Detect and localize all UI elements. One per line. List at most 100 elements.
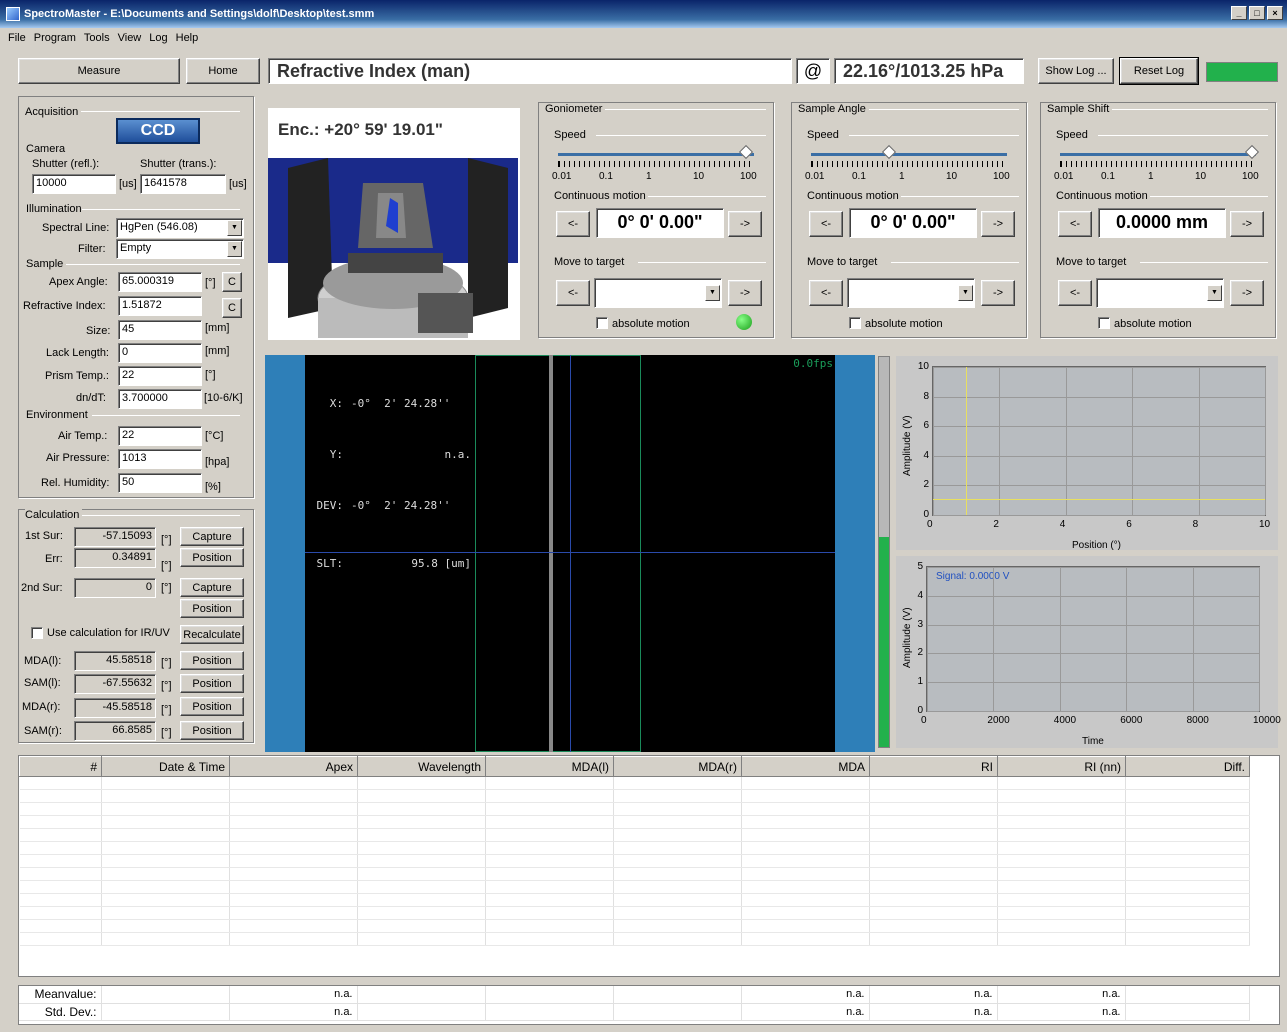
table-row[interactable] xyxy=(19,932,1250,946)
recalculate-button[interactable]: Recalculate xyxy=(180,625,244,644)
table-row[interactable] xyxy=(19,815,1250,829)
sample-shift-move-target-label: Move to target xyxy=(1056,256,1127,268)
err-unit: [°] xyxy=(161,560,172,572)
sam-l-value: -67.55632 xyxy=(74,674,156,694)
menu-log[interactable]: Log xyxy=(149,32,167,44)
shutter-refl-input[interactable]: 10000 xyxy=(32,174,116,194)
table-row[interactable] xyxy=(19,867,1250,881)
column-header[interactable]: Apex xyxy=(229,756,358,777)
sample-shift-target-select[interactable]: ▼ xyxy=(1096,278,1224,308)
home-button[interactable]: Home xyxy=(186,58,260,84)
goniometer-target-select[interactable]: ▼ xyxy=(594,278,722,308)
maximize-button[interactable]: □ xyxy=(1249,6,1265,20)
column-header[interactable]: Date & Time xyxy=(101,756,230,777)
sample-angle-target-select[interactable]: ▼ xyxy=(847,278,975,308)
goniometer-step-right-button[interactable]: -> xyxy=(728,211,762,237)
capture-button-2[interactable]: Capture xyxy=(180,578,244,597)
sample-angle-speed-slider[interactable] xyxy=(811,153,1007,156)
spectral-line-select[interactable]: HgPen (546.08) ▼ xyxy=(116,218,244,238)
position-button-saml[interactable]: Position xyxy=(180,674,244,693)
position-button-2[interactable]: Position xyxy=(180,599,244,618)
position-button-1[interactable]: Position xyxy=(180,548,244,567)
sample-shift-target-right-button[interactable]: -> xyxy=(1230,280,1264,306)
apex-calc-button[interactable]: C xyxy=(222,272,242,292)
column-header[interactable]: MDA(l) xyxy=(485,756,614,777)
column-header[interactable]: Wavelength xyxy=(357,756,486,777)
table-row[interactable] xyxy=(19,789,1250,803)
humidity-input[interactable]: 50 xyxy=(118,473,202,493)
table-row[interactable] xyxy=(19,919,1250,933)
sample-angle-target-left-button[interactable]: <- xyxy=(809,280,843,306)
table-row[interactable] xyxy=(19,802,1250,816)
goniometer-absolute-checkbox[interactable] xyxy=(596,317,608,329)
size-input[interactable]: 45 xyxy=(118,320,202,340)
goniometer-scale-label: 100 xyxy=(740,171,757,182)
menu-tools[interactable]: Tools xyxy=(84,32,110,44)
dndt-input[interactable]: 3.700000 xyxy=(118,389,202,409)
table-row[interactable] xyxy=(19,893,1250,907)
menu-program[interactable]: Program xyxy=(34,32,76,44)
goniometer-target-left-button[interactable]: <- xyxy=(556,280,590,306)
menu-file[interactable]: File xyxy=(8,32,26,44)
minimize-button[interactable]: _ xyxy=(1231,6,1247,20)
position-button-samr[interactable]: Position xyxy=(180,721,244,740)
table-row[interactable] xyxy=(19,880,1250,894)
y-tick-label: 4 xyxy=(923,449,929,461)
column-header[interactable]: RI (nn) xyxy=(997,756,1126,777)
sample-angle-absolute-checkbox[interactable] xyxy=(849,317,861,329)
menu-view[interactable]: View xyxy=(118,32,142,44)
position-button-mdal[interactable]: Position xyxy=(180,651,244,670)
reset-log-button[interactable]: Reset Log xyxy=(1119,57,1199,85)
app-icon xyxy=(6,7,20,21)
air-pressure-input[interactable]: 1013 xyxy=(118,449,202,469)
shutter-trans-input[interactable]: 1641578 xyxy=(140,174,226,194)
column-header[interactable]: MDA xyxy=(741,756,870,777)
apex-unit: [°] xyxy=(205,277,216,289)
capture-button-1[interactable]: Capture xyxy=(180,527,244,546)
column-header[interactable]: # xyxy=(19,756,102,777)
goniometer-step-left-button[interactable]: <- xyxy=(556,211,590,237)
mean-rinn: n.a. xyxy=(997,986,1126,1004)
use-calc-checkbox[interactable] xyxy=(31,627,43,639)
position-button-mdar[interactable]: Position xyxy=(180,697,244,716)
filter-select[interactable]: Empty ▼ xyxy=(116,239,244,259)
goniometer-position-display: 0° 0' 0.00" xyxy=(596,208,724,238)
column-header[interactable]: Diff. xyxy=(1125,756,1250,777)
column-header[interactable]: MDA(r) xyxy=(613,756,742,777)
table-row[interactable] xyxy=(19,906,1250,920)
statistics-table: Meanvalue: n.a. n.a. n.a. n.a. Std. Dev.: … xyxy=(18,985,1280,1025)
sample-shift-absolute-checkbox[interactable] xyxy=(1098,317,1110,329)
menu-help[interactable]: Help xyxy=(176,32,199,44)
air-pressure-unit: [hpa] xyxy=(205,456,230,468)
ri-calc-button[interactable]: C xyxy=(222,298,242,318)
sample-angle-target-right-button[interactable]: -> xyxy=(981,280,1015,306)
show-log-button[interactable]: Show Log ... xyxy=(1038,58,1114,84)
air-temp-input[interactable]: 22 xyxy=(118,426,202,446)
x-tick-label: 4 xyxy=(1059,519,1066,530)
x-tick-label: 6000 xyxy=(1120,715,1143,726)
sample-shift-speed-slider[interactable] xyxy=(1060,153,1256,156)
table-row[interactable] xyxy=(19,776,1250,790)
prism-temp-input[interactable]: 22 xyxy=(118,366,202,386)
x-tick-label: 4000 xyxy=(1053,715,1077,726)
sample-angle-step-left-button[interactable]: <- xyxy=(809,211,843,237)
measure-button[interactable]: Measure xyxy=(18,58,180,84)
ccd-button[interactable]: CCD xyxy=(116,118,200,144)
table-row[interactable] xyxy=(19,854,1250,868)
sample-shift-step-right-button[interactable]: -> xyxy=(1230,211,1264,237)
goniometer-speed-slider[interactable] xyxy=(558,153,754,156)
x-readout: -0° 2' 24.28'' xyxy=(351,397,451,410)
table-row[interactable] xyxy=(19,841,1250,855)
signal-readout: Signal: 0.0000 V xyxy=(936,571,1010,582)
table-row[interactable] xyxy=(19,828,1250,842)
lack-length-input[interactable]: 0 xyxy=(118,343,202,363)
goniometer-target-right-button[interactable]: -> xyxy=(728,280,762,306)
sample-angle-step-right-button[interactable]: -> xyxy=(981,211,1015,237)
refractive-index-input[interactable]: 1.51872 xyxy=(118,296,202,316)
sample-shift-step-left-button[interactable]: <- xyxy=(1058,211,1092,237)
sample-shift-target-left-button[interactable]: <- xyxy=(1058,280,1092,306)
apex-angle-input[interactable]: 65.000319 xyxy=(118,272,202,292)
column-header[interactable]: RI xyxy=(869,756,998,777)
position-plot-area xyxy=(932,366,1266,516)
close-button[interactable]: × xyxy=(1267,6,1283,20)
